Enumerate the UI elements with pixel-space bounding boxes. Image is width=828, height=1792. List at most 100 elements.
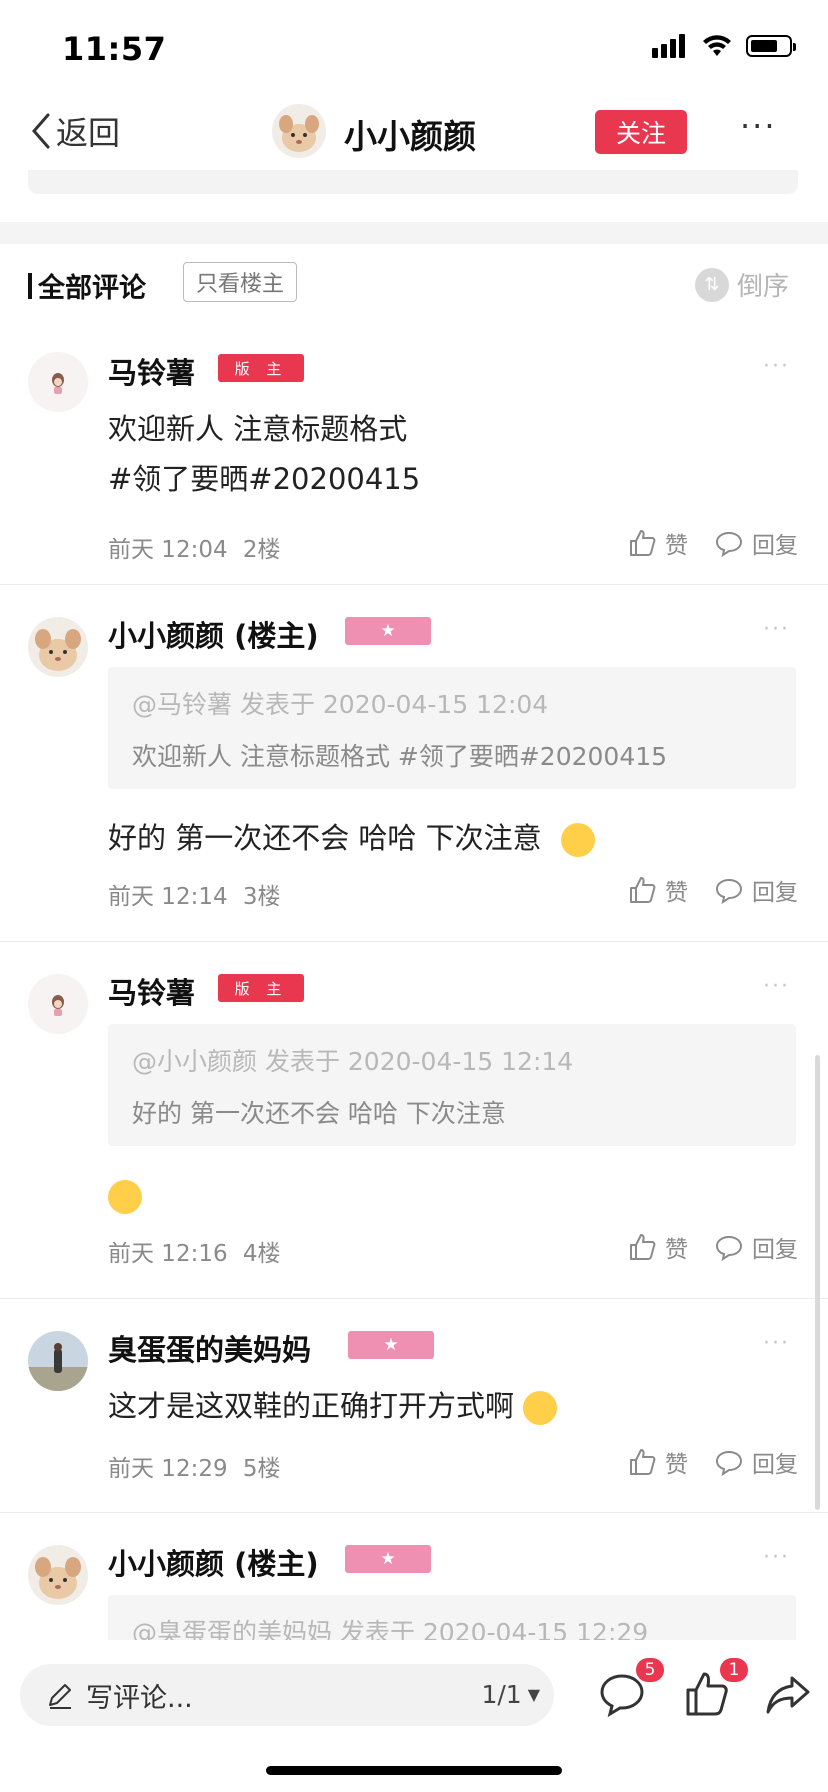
like-button[interactable]: 赞 bbox=[627, 526, 688, 560]
sort-icon: ⇅ bbox=[695, 267, 729, 302]
comment-floor: 2楼 bbox=[242, 537, 281, 563]
avatar[interactable] bbox=[28, 974, 88, 1034]
comment-text: 好的 第一次还不会 哈哈 下次注意 bbox=[108, 813, 595, 863]
comment-meta: 前天 12:04 2楼 bbox=[108, 530, 281, 564]
avatar[interactable] bbox=[28, 1545, 88, 1605]
back-label: 返回 bbox=[56, 114, 121, 152]
like-button[interactable]: 赞 bbox=[627, 1445, 688, 1479]
like-count-badge: 1 bbox=[720, 1658, 748, 1682]
reply-label: 回复 bbox=[752, 880, 798, 906]
like-icon bbox=[630, 1449, 656, 1475]
more-icon[interactable]: ··· bbox=[763, 617, 790, 642]
avatar[interactable] bbox=[28, 352, 88, 412]
reply-icon bbox=[715, 1235, 743, 1262]
more-icon[interactable]: ··· bbox=[740, 110, 777, 142]
reply-button[interactable]: 回复 bbox=[714, 1445, 798, 1479]
write-comment-input[interactable]: 写评论... 1/1 ▼ bbox=[20, 1664, 554, 1726]
like-icon bbox=[630, 530, 656, 556]
comment-count-badge: 5 bbox=[636, 1658, 664, 1682]
avatar[interactable] bbox=[28, 617, 88, 677]
quote-body: 好的 第一次还不会 哈哈 下次注意 bbox=[132, 1099, 506, 1128]
more-icon[interactable]: ··· bbox=[763, 1545, 790, 1570]
comment-text: 这才是这双鞋的正确打开方式啊 bbox=[108, 1381, 558, 1431]
back-chevron-icon bbox=[32, 113, 50, 149]
comment-item: 小小颜颜 (楼主) ★ ··· @马铃薯 发表于 2020-04-15 12:0… bbox=[0, 585, 828, 942]
battery-icon bbox=[746, 35, 796, 57]
more-icon[interactable]: ··· bbox=[763, 1331, 790, 1356]
page-selector[interactable]: 1/1 ▼ bbox=[481, 1680, 540, 1709]
comment-floor: 4楼 bbox=[242, 1241, 281, 1267]
author-name[interactable]: 小小颜颜 bbox=[344, 110, 476, 158]
pencil-icon bbox=[49, 1684, 71, 1709]
like-label: 赞 bbox=[665, 1237, 688, 1263]
reply-icon bbox=[715, 531, 743, 558]
avatar[interactable] bbox=[28, 1331, 88, 1391]
like-button[interactable]: 赞 bbox=[627, 1230, 688, 1264]
follow-button[interactable]: 关注 bbox=[595, 110, 687, 154]
comment-meta: 前天 12:16 4楼 bbox=[108, 1234, 281, 1268]
sort-button[interactable]: ⇅ 倒序 bbox=[695, 266, 789, 303]
comment-floor: 3楼 bbox=[242, 884, 281, 910]
status-icons bbox=[652, 34, 796, 58]
reply-label: 回复 bbox=[752, 533, 798, 559]
member-badge: ★ bbox=[345, 617, 431, 645]
comment-line: 好的 第一次还不会 哈哈 下次注意 bbox=[108, 821, 542, 855]
quoted-comment: @马铃薯 发表于 2020-04-15 12:04 欢迎新人 注意标题格式 #领… bbox=[108, 667, 796, 789]
member-badge: ★ bbox=[348, 1331, 434, 1359]
section-divider bbox=[0, 222, 828, 244]
commenter-name[interactable]: 臭蛋蛋的美妈妈 bbox=[108, 1327, 311, 1369]
comment-meta: 前天 12:29 5楼 bbox=[108, 1449, 281, 1483]
heading-bar bbox=[28, 272, 32, 299]
page-indicator: 1/1 bbox=[481, 1680, 522, 1709]
reply-icon bbox=[715, 1450, 743, 1477]
all-comments-heading: 全部评论 bbox=[28, 266, 146, 305]
reply-button[interactable]: 回复 bbox=[714, 526, 798, 560]
comment-floor: 5楼 bbox=[242, 1456, 281, 1482]
share-button[interactable] bbox=[764, 1670, 812, 1718]
sort-label: 倒序 bbox=[737, 272, 790, 302]
comment-time: 前天 12:04 bbox=[108, 537, 228, 563]
winking-emoji-icon bbox=[108, 1180, 142, 1214]
back-button[interactable]: 返回 bbox=[28, 108, 120, 154]
comment-item: 马铃薯 版 主 ··· @小小颜颜 发表于 2020-04-15 12:14 好… bbox=[0, 942, 828, 1299]
scrollbar[interactable] bbox=[815, 1055, 820, 1510]
moderator-badge: 版 主 bbox=[218, 974, 304, 1002]
reply-button[interactable]: 回复 bbox=[714, 873, 798, 907]
reply-icon bbox=[715, 878, 743, 905]
comment-actions: 赞 回复 bbox=[627, 873, 798, 907]
quote-header: @马铃薯 发表于 2020-04-15 12:04 bbox=[132, 690, 549, 719]
like-post-button[interactable]: 1 bbox=[682, 1658, 748, 1718]
reply-label: 回复 bbox=[752, 1237, 798, 1263]
quote-body: 欢迎新人 注意标题格式 #领了要晒#20200415 bbox=[132, 742, 668, 771]
only-op-button[interactable]: 只看楼主 bbox=[183, 262, 298, 302]
comment-actions: 赞 回复 bbox=[627, 1230, 798, 1264]
reply-label: 回复 bbox=[752, 1452, 798, 1478]
like-icon bbox=[630, 1234, 656, 1260]
commenter-name[interactable]: 马铃薯 bbox=[108, 350, 195, 392]
signal-icon bbox=[652, 34, 685, 58]
comment-time: 前天 12:29 bbox=[108, 1456, 228, 1482]
author-avatar[interactable] bbox=[272, 104, 326, 158]
share-icon bbox=[766, 1676, 810, 1714]
comment-line: 欢迎新人 注意标题格式 bbox=[108, 412, 408, 446]
post-card-edge bbox=[28, 170, 798, 194]
comment-line: 这才是这双鞋的正确打开方式啊 bbox=[108, 1389, 515, 1423]
quote-header: @小小颜颜 发表于 2020-04-15 12:14 bbox=[132, 1047, 574, 1076]
comment-item: 臭蛋蛋的美妈妈 ★ ··· 这才是这双鞋的正确打开方式啊 前天 12:29 5楼… bbox=[0, 1299, 828, 1513]
drooling-emoji-icon bbox=[560, 823, 595, 857]
home-indicator[interactable] bbox=[266, 1766, 562, 1775]
reply-button[interactable]: 回复 bbox=[714, 1230, 798, 1264]
commenter-name[interactable]: 小小颜颜 (楼主) bbox=[108, 613, 319, 655]
commenter-name[interactable]: 马铃薯 bbox=[108, 970, 195, 1012]
like-button[interactable]: 赞 bbox=[627, 873, 688, 907]
more-icon[interactable]: ··· bbox=[763, 974, 790, 999]
comment-line: #领了要晒#20200415 bbox=[108, 462, 421, 496]
caret-down-icon: ▼ bbox=[527, 1685, 540, 1704]
comment-text: 欢迎新人 注意标题格式 #领了要晒#20200415 bbox=[108, 404, 420, 504]
all-comments-label: 全部评论 bbox=[38, 273, 146, 304]
comment-button[interactable]: 5 bbox=[598, 1658, 664, 1718]
more-icon[interactable]: ··· bbox=[763, 354, 790, 379]
commenter-name[interactable]: 小小颜颜 (楼主) bbox=[108, 1541, 319, 1583]
like-icon bbox=[630, 877, 656, 903]
write-comment-placeholder: 写评论... bbox=[86, 1682, 193, 1714]
